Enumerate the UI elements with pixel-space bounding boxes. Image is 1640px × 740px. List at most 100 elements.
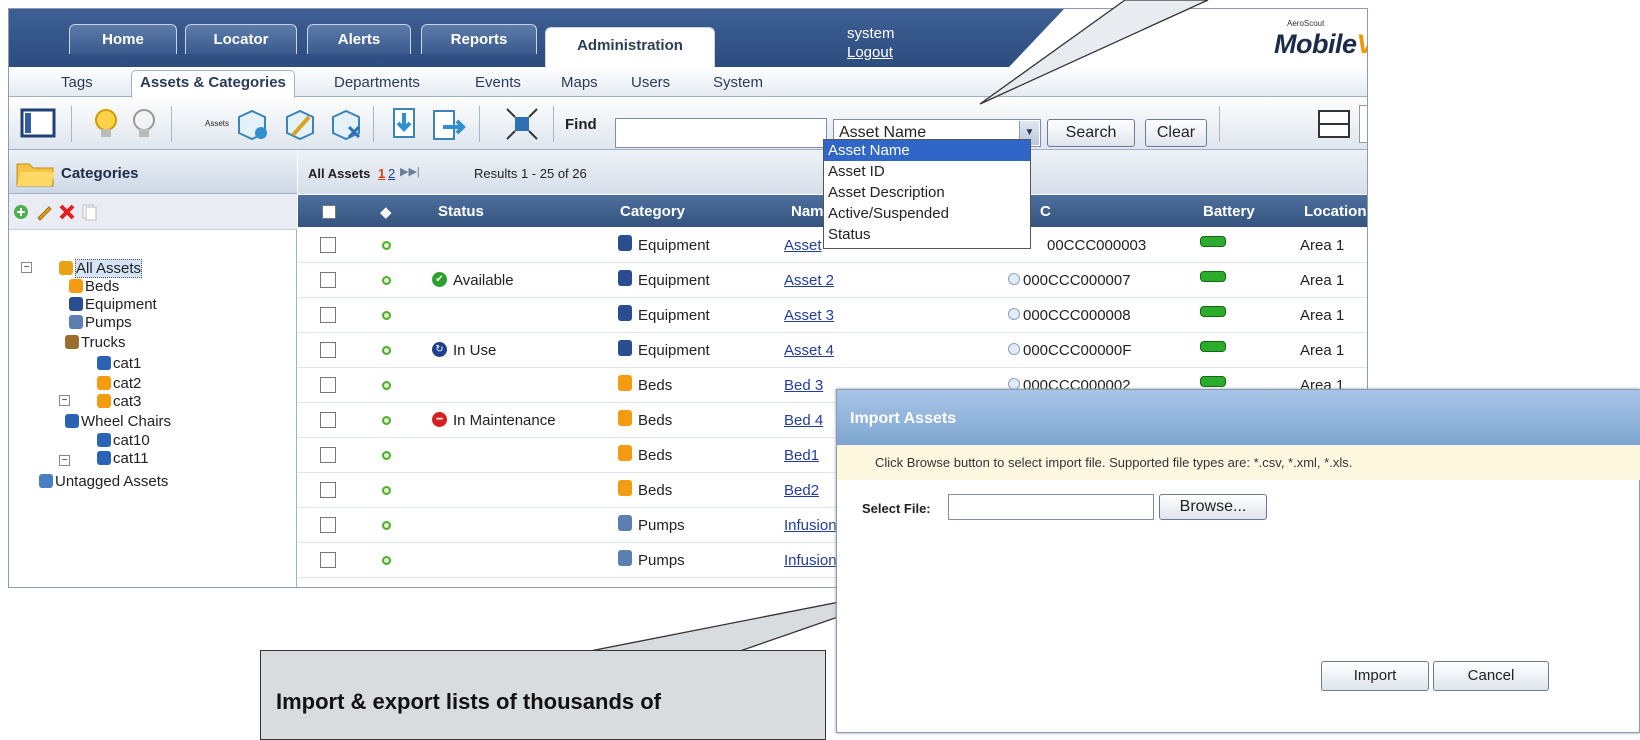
row-checkbox[interactable]: [320, 412, 336, 428]
delete-category-icon[interactable]: [59, 204, 75, 220]
next-page-icon[interactable]: ▶▶|: [400, 165, 420, 178]
import-button[interactable]: [385, 105, 423, 143]
row-checkbox[interactable]: [320, 552, 336, 568]
dropdown-option[interactable]: Active/Suspended: [824, 203, 1030, 224]
asset-name-link[interactable]: Bed1: [784, 447, 819, 464]
tab-locator[interactable]: Locator: [185, 24, 297, 54]
tree-collapse-toggle[interactable]: −: [59, 395, 70, 406]
tab-home[interactable]: Home: [69, 24, 177, 54]
copy-category-icon[interactable]: [81, 203, 97, 221]
user-name: system: [847, 25, 895, 42]
column-status[interactable]: Status: [438, 203, 484, 220]
tree-item[interactable]: Equipment: [69, 296, 157, 314]
find-input[interactable]: [615, 118, 827, 148]
category-icon: [618, 480, 632, 496]
tree-item[interactable]: cat11: [97, 450, 149, 468]
row-checkbox[interactable]: [320, 377, 336, 393]
tree-item[interactable]: cat1: [97, 355, 141, 373]
column-category[interactable]: Category: [620, 203, 685, 220]
category-icon: [618, 445, 632, 461]
asset-name-link[interactable]: Bed2: [784, 482, 819, 499]
asset-name-link[interactable]: Infusion: [784, 517, 837, 534]
asset-name-link[interactable]: Bed 3: [784, 377, 823, 394]
subtab-users[interactable]: Users: [631, 74, 670, 91]
add-asset-icon: [238, 109, 267, 141]
add-category-icon[interactable]: [13, 204, 29, 220]
asset-name-link[interactable]: Asset: [784, 237, 822, 254]
logout-link[interactable]: Logout: [847, 44, 893, 61]
tree-item-label: cat2: [113, 375, 142, 392]
table-row[interactable]: Equipment Asset 3 000CCC000008 Area 1: [298, 298, 1367, 333]
brand-text-main: Mobile: [1274, 29, 1357, 59]
file-path-input[interactable]: [948, 494, 1154, 520]
import-confirm-button[interactable]: Import: [1321, 661, 1429, 691]
tree-item[interactable]: Wheel Chairs: [65, 413, 171, 431]
category-text: Equipment: [638, 307, 710, 324]
subtab-events[interactable]: Events: [475, 74, 521, 91]
search-button[interactable]: Search: [1047, 119, 1135, 147]
tab-reports[interactable]: Reports: [421, 24, 537, 54]
tree-collapse-toggle[interactable]: −: [21, 262, 32, 273]
dropdown-option[interactable]: Asset Name: [824, 140, 1030, 161]
layout-button[interactable]: [1315, 105, 1353, 143]
tree-item[interactable]: cat10: [97, 432, 150, 450]
category-icon: [69, 297, 83, 311]
tree-collapse-toggle[interactable]: −: [59, 455, 70, 466]
row-checkbox[interactable]: [320, 342, 336, 358]
delete-asset-button[interactable]: [327, 105, 365, 143]
column-location[interactable]: Location: [1304, 203, 1367, 220]
asset-name-link[interactable]: Asset 4: [784, 342, 834, 359]
dropdown-option[interactable]: Asset Description: [824, 182, 1030, 203]
cancel-button[interactable]: Cancel: [1433, 661, 1549, 691]
page-link-2[interactable]: 2: [388, 166, 395, 181]
row-checkbox[interactable]: [320, 447, 336, 463]
column-mac[interactable]: C: [1040, 203, 1051, 220]
row-checkbox[interactable]: [320, 482, 336, 498]
dropdown-option[interactable]: Asset ID: [824, 161, 1030, 182]
tree-item[interactable]: cat3: [97, 393, 141, 411]
edit-category-icon[interactable]: [35, 203, 53, 221]
browse-button[interactable]: Browse...: [1159, 494, 1267, 520]
table-row[interactable]: ✔ Available Equipment Asset 2 000CCC000007 Ar…: [298, 263, 1367, 298]
tag-icon: [1008, 308, 1020, 320]
row-checkbox[interactable]: [320, 517, 336, 533]
page-link-1[interactable]: 1: [378, 166, 385, 181]
subtab-maps[interactable]: Maps: [561, 74, 598, 91]
edit-asset-button[interactable]: [281, 105, 319, 143]
hide-tags-button[interactable]: [125, 105, 163, 143]
tree-item[interactable]: Trucks: [65, 334, 125, 352]
import-icon: [393, 108, 415, 138]
tree-item[interactable]: Beds: [69, 278, 119, 296]
fit-view-button[interactable]: [503, 105, 541, 143]
asset-name-link[interactable]: Bed 4: [784, 412, 823, 429]
layout-button-partial[interactable]: [1359, 105, 1367, 143]
asset-name-link[interactable]: Asset 3: [784, 307, 834, 324]
row-checkbox[interactable]: [320, 272, 336, 288]
tab-administration[interactable]: Administration: [545, 27, 715, 67]
asset-name-link[interactable]: Infusion: [784, 552, 837, 569]
export-button[interactable]: [429, 105, 467, 143]
tree-item[interactable]: cat2: [97, 375, 141, 393]
select-all-checkbox[interactable]: [322, 205, 336, 219]
subtab-assets-categories[interactable]: Assets & Categories: [131, 70, 295, 98]
clear-button[interactable]: Clear: [1145, 119, 1207, 147]
category-icon: [618, 270, 632, 286]
show-tags-button[interactable]: [87, 105, 125, 143]
brand-text: MobileVi: [1274, 29, 1367, 59]
add-asset-button[interactable]: [233, 105, 271, 143]
asset-name-link[interactable]: Asset 2: [784, 272, 834, 289]
column-battery[interactable]: Battery: [1203, 203, 1255, 220]
dropdown-option[interactable]: Status: [824, 224, 1030, 245]
table-row[interactable]: ↻ In Use Equipment Asset 4 000CCC00000F Area …: [298, 333, 1367, 368]
battery-full-icon: [1200, 306, 1226, 317]
row-checkbox[interactable]: [320, 307, 336, 323]
row-checkbox[interactable]: [320, 237, 336, 253]
tree-item[interactable]: Untagged Assets: [39, 473, 168, 491]
subtab-departments[interactable]: Departments: [334, 74, 420, 91]
tree-item[interactable]: All Assets: [59, 259, 143, 278]
subtab-tags[interactable]: Tags: [61, 74, 93, 91]
tab-alerts[interactable]: Alerts: [307, 24, 411, 54]
subtab-system[interactable]: System: [713, 74, 763, 91]
toggle-panel-button[interactable]: [19, 105, 57, 143]
tree-item[interactable]: Pumps: [69, 314, 132, 332]
